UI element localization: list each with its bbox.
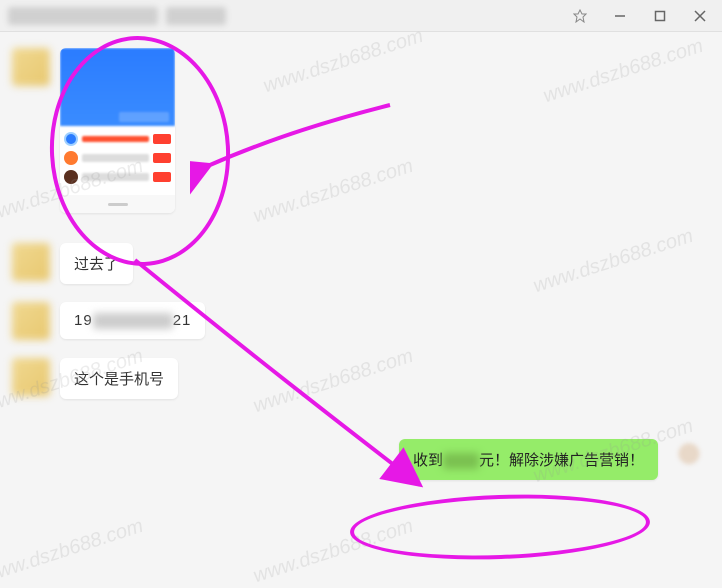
- title-left: [8, 7, 226, 25]
- screenshot-header: [60, 48, 175, 126]
- chat-area: 过去了 1921 这个是手机号 收到元！解除涉嫌广告营销！: [0, 32, 722, 515]
- watermark: www.dszb688.com: [0, 515, 146, 588]
- watermark: www.dszb688.com: [251, 515, 417, 588]
- avatar[interactable]: [12, 302, 50, 340]
- avatar[interactable]: [12, 243, 50, 281]
- message-bubble[interactable]: 这个是手机号: [60, 358, 178, 399]
- screenshot-attachment[interactable]: [60, 48, 175, 213]
- msg5-suffix: 元！解除涉嫌广告营销！: [479, 452, 644, 469]
- avatar[interactable]: [12, 48, 50, 86]
- message-row: 这个是手机号: [12, 358, 710, 399]
- close-icon[interactable]: [686, 4, 714, 28]
- message-row: 过去了: [12, 243, 710, 284]
- message-row: [12, 48, 710, 213]
- maximize-icon[interactable]: [646, 4, 674, 28]
- screenshot-body: [60, 126, 175, 195]
- message-bubble[interactable]: 过去了: [60, 243, 133, 284]
- avatar[interactable]: [12, 358, 50, 396]
- message-bubble-self[interactable]: 收到 元！解除涉嫌广告营销！: [399, 439, 658, 480]
- message-bubble[interactable]: 1921: [60, 302, 205, 339]
- phone-suffix: 21: [173, 312, 192, 329]
- phone-prefix: 19: [74, 312, 93, 329]
- message-row-self: 收到 元！解除涉嫌广告营销！: [12, 439, 710, 481]
- msg5-prefix: 收到: [413, 452, 443, 469]
- pin-icon[interactable]: [566, 4, 594, 28]
- message-row: 1921: [12, 302, 710, 340]
- chat-title-blurred: [8, 7, 158, 25]
- minimize-icon[interactable]: [606, 4, 634, 28]
- titlebar: [0, 0, 722, 32]
- window-controls: [566, 4, 714, 28]
- chat-subtitle-blurred: [166, 7, 226, 25]
- avatar-self[interactable]: [668, 439, 710, 481]
- phone-redacted: [93, 313, 173, 329]
- amount-redacted: [443, 453, 479, 469]
